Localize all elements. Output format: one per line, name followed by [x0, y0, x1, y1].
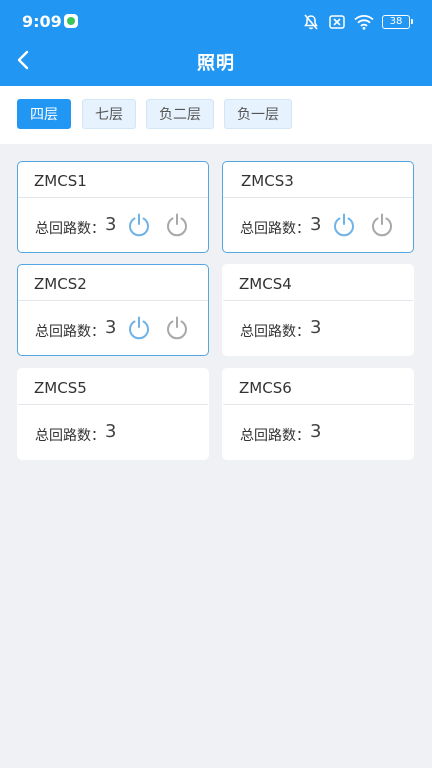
app-notification-icon	[64, 14, 78, 28]
circuit-count-value: 3	[105, 214, 117, 235]
card-divider	[18, 404, 208, 405]
page-title: 照明	[197, 53, 235, 74]
app-header: 9:09 38 照明	[0, 0, 432, 86]
device-name: ZMCS4	[239, 275, 292, 293]
mute-icon	[304, 14, 318, 30]
device-name: ZMCS2	[34, 275, 87, 293]
tab-floor-7[interactable]: 七层	[82, 99, 136, 129]
power-off-icon[interactable]	[164, 315, 190, 341]
device-card-zmcs4[interactable]: ZMCS4 总回路数： 3	[222, 264, 414, 356]
circuit-count-label: 总回路数：	[240, 221, 310, 237]
battery-icon: 38	[382, 15, 413, 29]
circuit-count-label: 总回路数：	[35, 221, 105, 237]
card-divider	[223, 300, 413, 301]
circuit-count-value: 3	[310, 214, 322, 235]
power-on-icon[interactable]	[126, 315, 152, 341]
circuit-count-value: 3	[310, 421, 322, 442]
status-bar: 9:09 38	[0, 0, 432, 42]
circuit-count-value: 3	[105, 317, 117, 338]
device-card-zmcs5[interactable]: ZMCS5 总回路数： 3	[17, 368, 209, 460]
device-name: ZMCS6	[239, 379, 292, 397]
circuit-count-label: 总回路数：	[35, 428, 105, 444]
device-name: ZMCS1	[34, 172, 87, 190]
circuit-count-label: 总回路数：	[240, 428, 310, 444]
tab-floor-b1[interactable]: 负一层	[224, 99, 292, 129]
device-card-zmcs6[interactable]: ZMCS6 总回路数： 3	[222, 368, 414, 460]
device-card-zmcs2[interactable]: ZMCS2 总回路数： 3	[17, 264, 209, 356]
wifi-icon	[354, 15, 374, 30]
device-name: ZMCS3	[241, 172, 294, 190]
floor-tab-bar: 四层 七层 负二层 负一层	[0, 86, 432, 144]
battery-level: 38	[389, 16, 403, 27]
status-icons: 38	[302, 13, 413, 31]
tab-floor-4[interactable]: 四层	[17, 99, 71, 129]
power-on-icon[interactable]	[126, 212, 152, 238]
device-name: ZMCS5	[34, 379, 87, 397]
circuit-count-label: 总回路数：	[240, 324, 310, 340]
card-divider	[18, 197, 208, 198]
card-divider	[18, 300, 208, 301]
tab-floor-b2[interactable]: 负二层	[146, 99, 214, 129]
power-off-icon[interactable]	[164, 212, 190, 238]
circuit-count-value: 3	[310, 317, 322, 338]
status-time: 9:09	[22, 12, 62, 31]
card-divider	[223, 197, 413, 198]
device-card-zmcs3[interactable]: ZMCS3 总回路数： 3	[222, 161, 414, 253]
device-card-zmcs1[interactable]: ZMCS1 总回路数： 3	[17, 161, 209, 253]
circuit-count-label: 总回路数：	[35, 324, 105, 340]
power-on-icon[interactable]	[331, 212, 357, 238]
card-divider	[223, 404, 413, 405]
circuit-count-value: 3	[105, 421, 117, 442]
power-off-icon[interactable]	[369, 212, 395, 238]
no-sim-icon	[329, 15, 345, 29]
